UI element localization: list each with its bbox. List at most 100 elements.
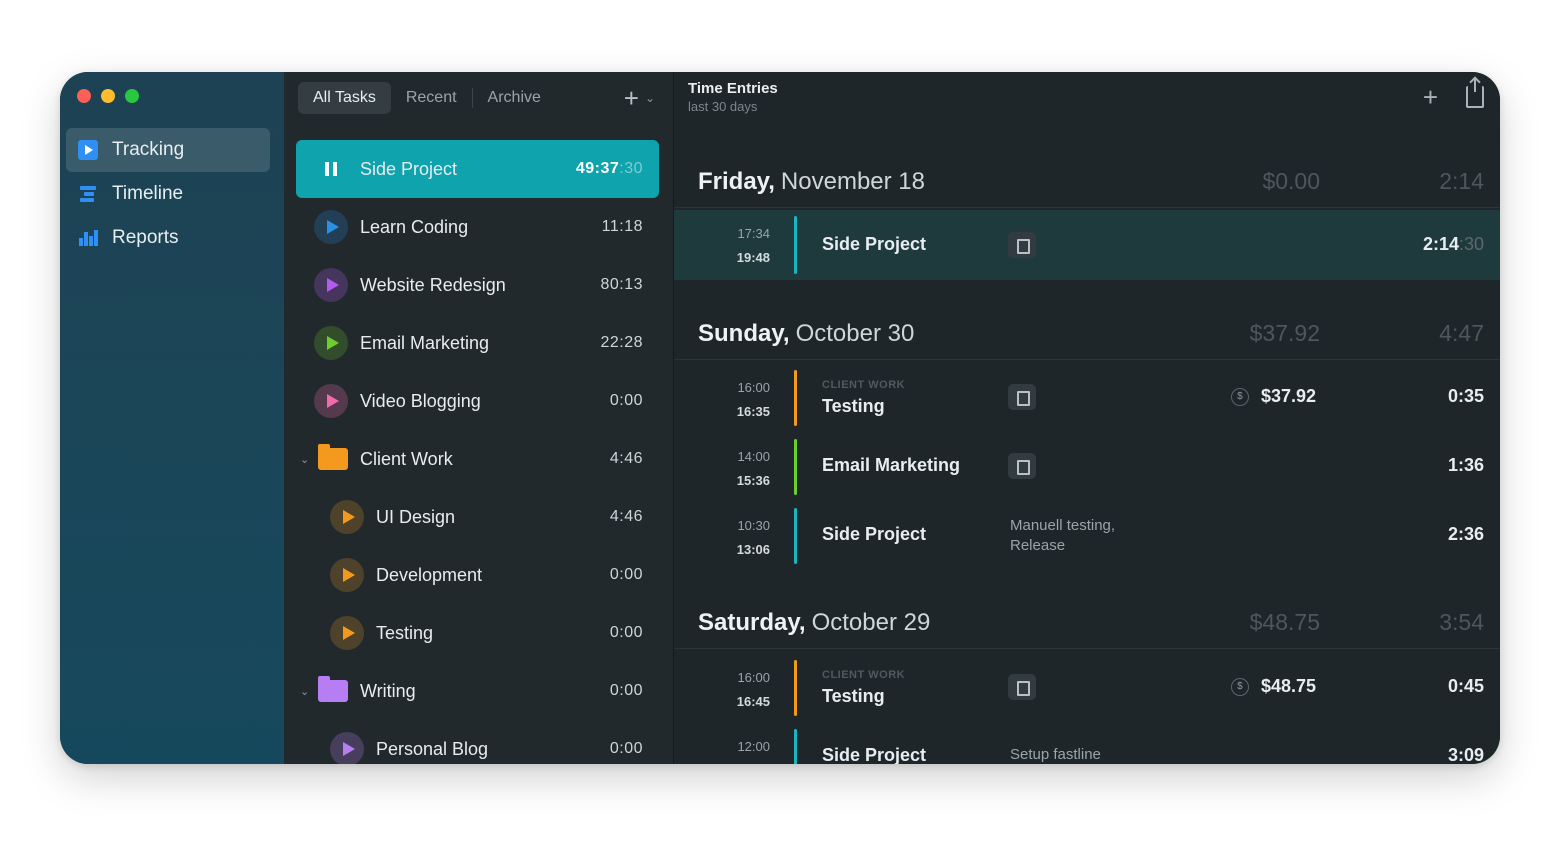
play-icon[interactable] [330, 732, 364, 764]
task-name: Personal Blog [376, 738, 489, 759]
task-name: Website Redesign [360, 274, 506, 295]
time-entry-row[interactable]: 16:00 16:35 CLIENT WORK Testing $ $37.92 … [674, 364, 1500, 432]
task-time: 0:00 [609, 740, 643, 757]
task-group-name: Writing [360, 680, 416, 701]
task-group-name: Client Work [360, 448, 453, 469]
task-row[interactable]: Development 0:00 [296, 546, 659, 604]
coin-icon: $ [1230, 387, 1249, 406]
entry-duration: 0:35 [1447, 386, 1484, 406]
sidebar-item-timeline[interactable]: Timeline [66, 172, 270, 216]
play-icon[interactable] [314, 268, 348, 302]
entry-times: 14:00 15:36 [736, 449, 770, 488]
day-total: 4:47 [1439, 320, 1484, 346]
chevron-down-icon[interactable]: ⌄ [300, 453, 309, 466]
project-color-bar [794, 216, 797, 274]
task-panel: All Tasks Recent Archive + ⌄ Side Projec… [284, 72, 674, 764]
time-entry-row[interactable]: 12:00 Side Project Setup fastline 3:09 [674, 723, 1500, 764]
add-task-dropdown-icon[interactable]: ⌄ [645, 91, 655, 105]
project-color-bar [794, 370, 797, 426]
entry-duration: 1:36 [1447, 455, 1484, 475]
task-group-row[interactable]: ⌄ Client Work 4:46 [296, 430, 659, 488]
note-icon[interactable] [1008, 384, 1036, 410]
task-row[interactable]: Learn Coding 11:18 [296, 198, 659, 256]
task-name: Learn Coding [360, 216, 469, 237]
task-time: 22:28 [600, 334, 643, 351]
task-row[interactable]: Side Project 49:37:30 [296, 140, 659, 198]
entry-project: Testing [822, 686, 885, 706]
task-time: 0:00 [609, 566, 643, 583]
play-icon[interactable] [314, 210, 348, 244]
task-time: 0:00 [609, 624, 643, 641]
entry-project: Side Project [822, 234, 927, 254]
time-entry-row[interactable]: 16:00 16:45 CLIENT WORK Testing $ $48.75 … [674, 654, 1500, 722]
task-row[interactable]: Testing 0:00 [296, 604, 659, 662]
play-icon[interactable] [314, 326, 348, 360]
note-icon[interactable] [1008, 232, 1036, 258]
project-color-bar [794, 439, 797, 495]
play-icon[interactable] [330, 616, 364, 650]
task-time: 49:37:30 [575, 160, 643, 177]
window-controls [77, 89, 139, 103]
tab-archive[interactable]: Archive [473, 82, 556, 114]
task-name: Side Project [360, 158, 458, 179]
task-tabs: All Tasks Recent Archive + ⌄ [298, 80, 659, 116]
entry-project: Side Project [822, 745, 927, 764]
day-amount: $48.75 [1249, 609, 1320, 635]
task-row[interactable]: UI Design 4:46 [296, 488, 659, 546]
task-name: Video Blogging [360, 390, 481, 411]
day-amount: $37.92 [1249, 320, 1320, 346]
play-icon[interactable] [330, 558, 364, 592]
day-total: 3:54 [1439, 609, 1484, 635]
task-name: Development [376, 564, 483, 585]
add-entry-button[interactable]: + [1423, 82, 1438, 113]
share-icon[interactable] [1466, 78, 1484, 108]
project-color-bar [794, 508, 797, 564]
task-name: Email Marketing [360, 332, 490, 353]
pause-icon[interactable] [314, 152, 348, 186]
play-icon[interactable] [314, 384, 348, 418]
close-window-button[interactable] [77, 89, 91, 103]
time-entry-row[interactable]: 14:00 15:36 Email Marketing 1:36 [674, 433, 1500, 501]
play-icon[interactable] [330, 500, 364, 534]
day-name: Sunday, [698, 319, 790, 347]
minimize-window-button[interactable] [101, 89, 115, 103]
note-icon[interactable] [1008, 453, 1036, 479]
project-color-bar [794, 660, 797, 716]
time-entry-row[interactable]: 17:34 19:48 Side Project 2:14:30 [674, 210, 1500, 280]
task-time: 4:46 [609, 508, 643, 525]
project-color-bar [794, 729, 797, 764]
task-time: 80:13 [600, 276, 643, 293]
time-entry-row[interactable]: 10:30 13:06 Side Project Manuell testing… [674, 502, 1500, 570]
entry-note: Manuell testing, Release [1010, 517, 1116, 554]
task-list: Side Project 49:37:30 Learn Coding 11:18… [296, 140, 659, 764]
task-name: Testing [376, 622, 434, 643]
time-entries-panel: Time Entries last 30 days + Friday, Nove… [674, 72, 1500, 764]
day-date: November 18 [780, 167, 925, 195]
task-name: UI Design [376, 506, 456, 527]
tab-all-tasks[interactable]: All Tasks [298, 82, 391, 114]
task-time: 11:18 [601, 218, 643, 235]
sidebar-item-reports[interactable]: Reports [66, 216, 270, 260]
entry-duration: 2:14:30 [1422, 234, 1484, 254]
entries-subtitle: last 30 days [688, 99, 758, 114]
day-amount: $0.00 [1262, 168, 1320, 194]
entry-times: 16:00 16:45 [736, 670, 770, 709]
entry-times: 16:00 16:35 [736, 380, 770, 419]
note-icon[interactable] [1008, 674, 1036, 700]
folder-icon [318, 444, 348, 470]
task-row[interactable]: Video Blogging 0:00 [296, 372, 659, 430]
task-row[interactable]: Website Redesign 80:13 [296, 256, 659, 314]
add-task-button[interactable]: + [624, 83, 639, 114]
chevron-down-icon[interactable]: ⌄ [300, 685, 309, 698]
entry-project: Email Marketing [822, 455, 961, 475]
tab-recent[interactable]: Recent [391, 82, 472, 114]
day-name: Saturday, [698, 608, 806, 636]
zoom-window-button[interactable] [125, 89, 139, 103]
task-group-row[interactable]: ⌄ Writing 0:00 [296, 662, 659, 720]
task-row[interactable]: Email Marketing 22:28 [296, 314, 659, 372]
sidebar-item-label: Tracking [112, 139, 185, 160]
sidebar-item-tracking[interactable]: Tracking [66, 128, 270, 172]
task-row[interactable]: Personal Blog 0:00 [296, 720, 659, 764]
entries-header: Time Entries last 30 days [688, 80, 778, 114]
entries-title: Time Entries [688, 80, 778, 97]
